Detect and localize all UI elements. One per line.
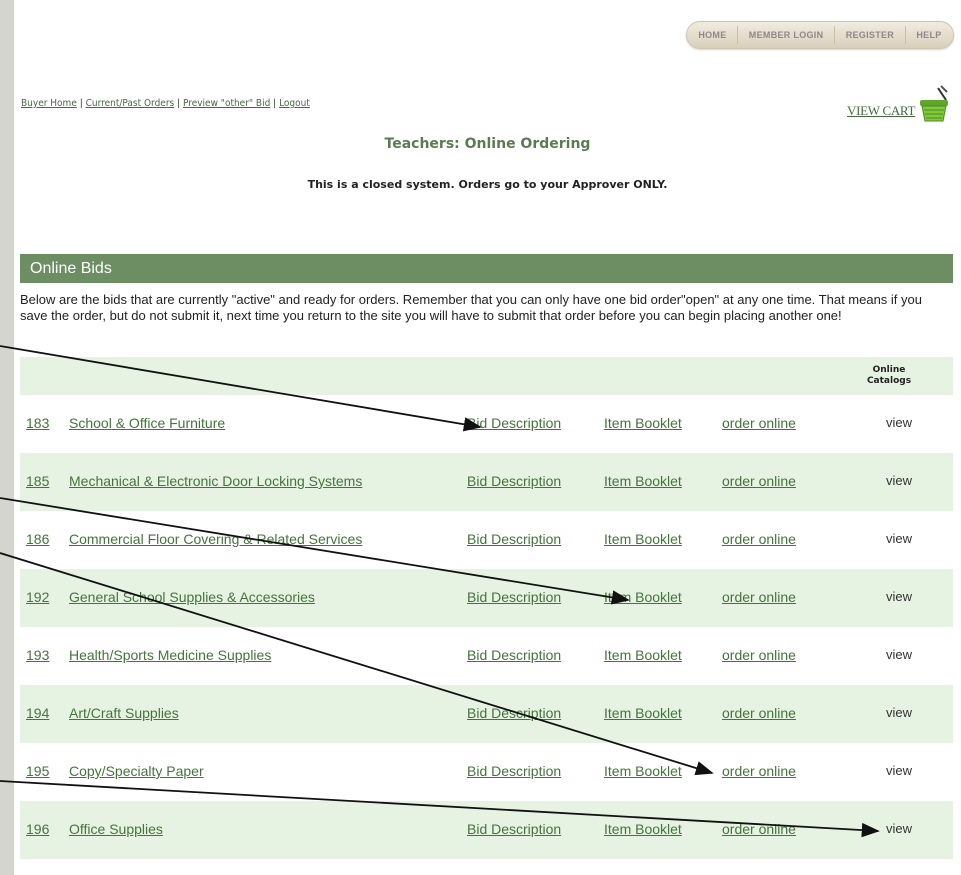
bid-description-link[interactable]: Bid Description [467,589,561,605]
order-online-link[interactable]: order online [722,473,796,489]
page-title: Teachers: Online Ordering [384,136,591,152]
bid-description-link[interactable]: Bid Description [467,415,561,431]
view-catalog-link[interactable]: view [886,705,912,720]
bid-name-link[interactable]: Office Supplies [69,821,163,837]
bid-name-link[interactable]: Art/Craft Supplies [69,705,179,721]
table-header: Online Catalogs [20,357,953,395]
nav-divider [834,26,836,44]
breadcrumb-preview-other-bid[interactable]: Preview "other" Bid [183,98,270,109]
bid-description-link[interactable]: Bid Description [467,821,561,837]
order-online-link[interactable]: order online [722,821,796,837]
view-catalog-link[interactable]: view [886,415,912,430]
bid-name-link[interactable]: Commercial Floor Covering & Related Serv… [69,531,362,547]
view-catalog-link[interactable]: view [886,473,912,488]
table-row: 196 Office Supplies Bid Description Item… [20,801,953,859]
view-catalog-link[interactable]: view [886,763,912,778]
table-row: 183 School & Office Furniture Bid Descri… [20,395,953,453]
bid-number-link[interactable]: 183 [26,415,49,431]
bid-name-link[interactable]: School & Office Furniture [69,415,225,431]
item-booklet-link[interactable]: Item Booklet [604,473,682,489]
bid-number-link[interactable]: 185 [26,473,49,489]
breadcrumb-current-past-orders[interactable]: Current/Past Orders [86,98,175,109]
bid-number-link[interactable]: 194 [26,705,49,721]
table-row: 193 Health/Sports Medicine Supplies Bid … [20,627,953,685]
catalog-header-line2: Catalogs [866,376,912,386]
bid-name-link[interactable]: Copy/Specialty Paper [69,763,204,779]
view-catalog-link[interactable]: view [886,531,912,546]
item-booklet-link[interactable]: Item Booklet [604,763,682,779]
nav-register-link[interactable]: REGISTER [846,30,894,40]
item-booklet-link[interactable]: Item Booklet [604,531,682,547]
item-booklet-link[interactable]: Item Booklet [604,705,682,721]
breadcrumb-logout[interactable]: Logout [279,98,310,109]
catalog-header-line1: Online [872,365,906,375]
bid-number-link[interactable]: 196 [26,821,49,837]
view-cart-link[interactable]: VIEW CART [847,103,915,119]
table-row: 185 Mechanical & Electronic Door Locking… [20,453,953,511]
nav-home-link[interactable]: HOME [698,30,726,40]
bid-number-link[interactable]: 193 [26,647,49,663]
bid-number-link[interactable]: 192 [26,589,49,605]
closed-system-notice: This is a closed system. Orders go to yo… [307,178,668,191]
bid-name-link[interactable]: Health/Sports Medicine Supplies [69,647,271,663]
table-row: 192 General School Supplies & Accessorie… [20,569,953,627]
view-catalog-link[interactable]: view [886,647,912,662]
bid-number-link[interactable]: 186 [26,531,49,547]
order-online-link[interactable]: order online [722,705,796,721]
online-bids-header: Online Bids [20,254,953,283]
bid-name-link[interactable]: General School Supplies & Accessories [69,589,315,605]
top-navigation: HOME MEMBER LOGIN REGISTER HELP [686,21,954,49]
bid-description-link[interactable]: Bid Description [467,647,561,663]
order-online-link[interactable]: order online [722,589,796,605]
breadcrumb-buyer-home[interactable]: Buyer Home [21,98,77,109]
item-booklet-link[interactable]: Item Booklet [604,821,682,837]
nav-divider [904,26,906,44]
bid-description-link[interactable]: Bid Description [467,705,561,721]
page-container: HOME MEMBER LOGIN REGISTER HELP Buyer Ho… [14,0,961,875]
order-online-link[interactable]: order online [722,763,796,779]
item-booklet-link[interactable]: Item Booklet [604,647,682,663]
bid-description-link[interactable]: Bid Description [467,531,561,547]
view-catalog-link[interactable]: view [886,589,912,604]
shopping-basket-icon[interactable] [916,84,952,124]
breadcrumb-separator: | [273,98,277,109]
left-background-strip [0,0,14,875]
bids-table: Online Catalogs 183 School & Office Furn… [20,357,953,859]
breadcrumb-separator: | [177,98,181,109]
nav-member-login-link[interactable]: MEMBER LOGIN [749,30,824,40]
item-booklet-link[interactable]: Item Booklet [604,589,682,605]
bid-number-link[interactable]: 195 [26,763,49,779]
order-online-link[interactable]: order online [722,647,796,663]
breadcrumb-separator: | [79,98,83,109]
table-row: 194 Art/Craft Supplies Bid Description I… [20,685,953,743]
bid-description-link[interactable]: Bid Description [467,763,561,779]
table-row: 195 Copy/Specialty Paper Bid Description… [20,743,953,801]
nav-help-link[interactable]: HELP [916,30,941,40]
online-catalogs-column-header: Online Catalogs [854,365,924,387]
bid-description-link[interactable]: Bid Description [467,473,561,489]
bid-name-link[interactable]: Mechanical & Electronic Door Locking Sys… [69,473,362,489]
breadcrumb: Buyer Home | Current/Past Orders | Previ… [21,98,310,109]
item-booklet-link[interactable]: Item Booklet [604,415,682,431]
online-bids-intro: Below are the bids that are currently "a… [20,292,922,323]
table-row: 186 Commercial Floor Covering & Related … [20,511,953,569]
order-online-link[interactable]: order online [722,415,796,431]
nav-divider [737,26,739,44]
view-catalog-link[interactable]: view [886,821,912,836]
order-online-link[interactable]: order online [722,531,796,547]
